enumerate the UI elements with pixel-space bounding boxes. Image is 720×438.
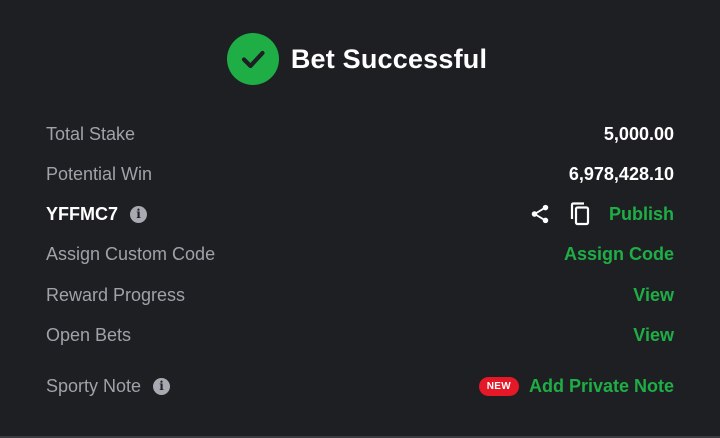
booking-code-row: YFFMC7 i Publish bbox=[46, 199, 674, 229]
booking-code-label: YFFMC7 i bbox=[46, 204, 147, 225]
total-stake-value: 5,000.00 bbox=[603, 123, 674, 144]
reward-progress-row: Reward Progress View bbox=[46, 280, 674, 310]
sporty-note-label-group: Sporty Note i bbox=[46, 375, 171, 397]
open-bets-view-link[interactable]: View bbox=[633, 325, 674, 346]
reward-progress-view-link[interactable]: View bbox=[633, 285, 674, 306]
potential-win-label: Potential Win bbox=[46, 163, 153, 184]
publish-link[interactable]: Publish bbox=[609, 204, 674, 225]
info-icon[interactable]: i bbox=[130, 205, 147, 223]
custom-code-row: Assign Custom Code Assign Code bbox=[46, 239, 674, 269]
add-private-note-link[interactable]: Add Private Note bbox=[529, 376, 674, 397]
share-icon[interactable] bbox=[529, 203, 551, 225]
potential-win-row: Potential Win 6,978,428.10 bbox=[46, 159, 674, 189]
total-stake-row: Total Stake 5,000.00 bbox=[46, 119, 674, 149]
page-title: Bet Successful bbox=[290, 43, 488, 74]
sporty-note-row: Sporty Note i NEW Add Private Note bbox=[46, 371, 674, 401]
success-header: Bet Successful bbox=[0, 32, 720, 86]
info-icon[interactable]: i bbox=[153, 377, 171, 395]
custom-code-label: Assign Custom Code bbox=[46, 243, 216, 264]
copy-icon[interactable] bbox=[569, 202, 591, 226]
potential-win-value: 6,978,428.10 bbox=[568, 163, 674, 184]
booking-code: YFFMC7 bbox=[46, 203, 118, 224]
new-badge: NEW bbox=[478, 376, 519, 396]
open-bets-row: Open Bets View bbox=[46, 320, 674, 350]
total-stake-label: Total Stake bbox=[46, 123, 136, 144]
check-circle-icon bbox=[226, 33, 279, 85]
sporty-note-label: Sporty Note bbox=[46, 375, 142, 396]
open-bets-label: Open Bets bbox=[46, 324, 132, 345]
sporty-note-actions: NEW Add Private Note bbox=[478, 376, 674, 397]
booking-actions: Publish bbox=[529, 202, 674, 226]
reward-progress-label: Reward Progress bbox=[46, 284, 186, 305]
assign-code-link[interactable]: Assign Code bbox=[564, 244, 674, 265]
